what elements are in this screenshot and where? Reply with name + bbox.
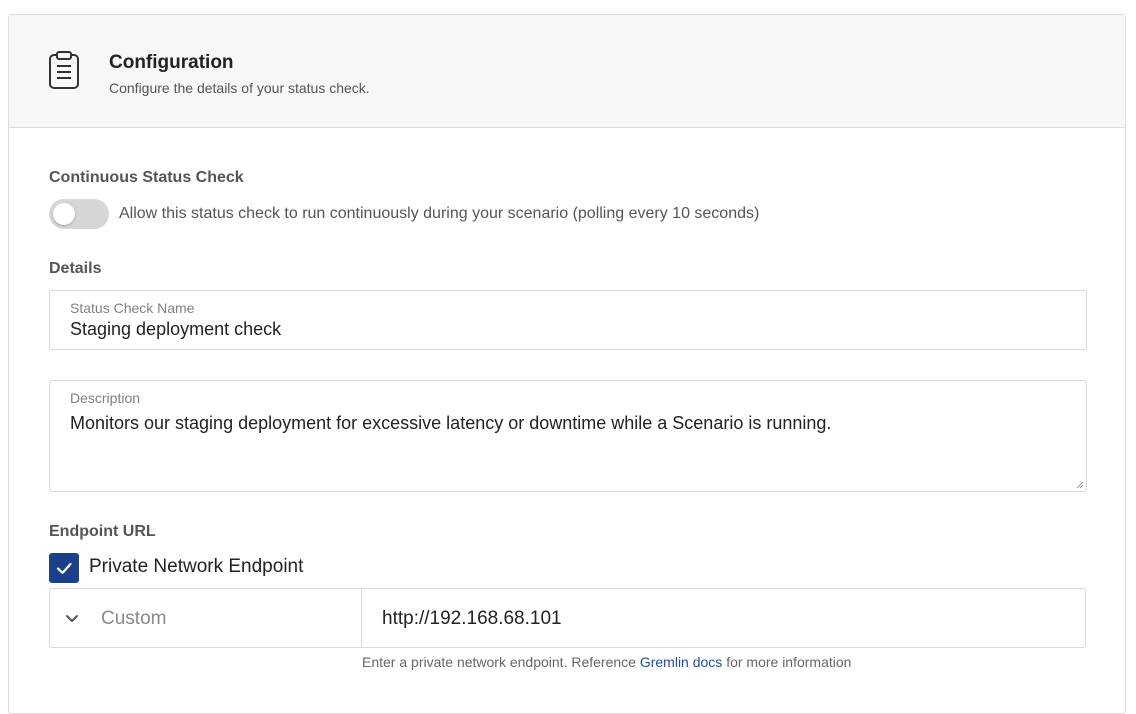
resize-grip-icon[interactable] (1076, 481, 1084, 489)
description-field[interactable]: Description Monitors our staging deploym… (49, 380, 1087, 492)
continuous-toggle-description: Allow this status check to run continuou… (119, 205, 760, 222)
page-title: Configuration (109, 52, 234, 73)
description-value[interactable]: Monitors our staging deployment for exce… (70, 413, 831, 434)
chevron-down-icon (66, 615, 78, 622)
status-check-name-label: Status Check Name (70, 300, 195, 316)
endpoint-url-input[interactable]: http://192.168.68.101 (361, 588, 1086, 648)
endpoint-url-value[interactable]: http://192.168.68.101 (382, 608, 562, 630)
private-network-checkbox[interactable] (49, 553, 79, 583)
toggle-knob (53, 203, 75, 225)
check-icon (56, 562, 72, 575)
help-suffix: for more information (726, 654, 852, 670)
private-network-label[interactable]: Private Network Endpoint (89, 556, 303, 578)
endpoint-type-select[interactable]: Custom (49, 588, 362, 648)
description-label: Description (70, 390, 141, 406)
card-header: Configuration Configure the details of y… (9, 15, 1125, 128)
configuration-card: Configuration Configure the details of y… (8, 14, 1126, 714)
details-label: Details (49, 260, 102, 277)
continuous-status-label: Continuous Status Check (49, 169, 244, 186)
continuous-toggle[interactable] (49, 199, 109, 229)
status-check-name-field[interactable]: Status Check Name Staging deployment che… (49, 290, 1087, 350)
help-prefix: Enter a private network endpoint. Refere… (362, 654, 636, 670)
clipboard-icon (49, 51, 79, 89)
status-check-name-value[interactable]: Staging deployment check (70, 319, 281, 340)
endpoint-type-value: Custom (101, 608, 167, 629)
endpoint-url-label: Endpoint URL (49, 523, 156, 540)
endpoint-help-text: Enter a private network endpoint. Refere… (362, 654, 851, 670)
gremlin-docs-link[interactable]: Gremlin docs (640, 654, 722, 670)
page-subtitle: Configure the details of your status che… (109, 80, 370, 96)
